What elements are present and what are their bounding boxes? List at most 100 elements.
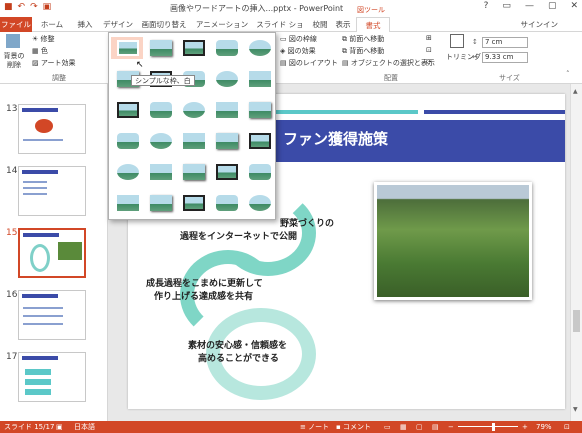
color-button[interactable]: ▦ 色: [32, 46, 48, 56]
cycle-text-3a[interactable]: 素材の安心感・信頼感を: [188, 340, 287, 353]
collapse-ribbon-icon[interactable]: ˄: [566, 70, 570, 78]
bring-forward-button[interactable]: ⧉ 前面へ移動: [342, 34, 384, 44]
ribbon-display-icon[interactable]: ▭: [502, 1, 511, 11]
picture-style-option[interactable]: [210, 99, 242, 121]
zoom-slider[interactable]: [458, 426, 518, 427]
zoom-level[interactable]: 79%: [536, 421, 552, 433]
remove-background-icon[interactable]: [6, 34, 20, 48]
slide-sorter-icon[interactable]: ▦: [400, 421, 407, 433]
effects-icon: ◈: [280, 47, 286, 55]
picture-style-option[interactable]: [144, 37, 176, 59]
picture-style-option[interactable]: [210, 68, 242, 90]
picture-style-option[interactable]: [144, 192, 176, 214]
picture-style-option[interactable]: [243, 68, 275, 90]
picture-style-option[interactable]: [243, 130, 275, 152]
picture-style-option[interactable]: [177, 161, 209, 183]
tab-view[interactable]: 表示: [332, 17, 354, 32]
comments-button[interactable]: ▪ コメント: [336, 421, 371, 433]
group-icon[interactable]: ⊡: [426, 46, 432, 54]
picture-layout-button[interactable]: ▤ 図のレイアウト: [280, 58, 338, 68]
minimize-icon[interactable]: —: [525, 1, 534, 11]
notes-button[interactable]: ≡ ノート: [300, 421, 329, 433]
spellcheck-icon[interactable]: ▣: [56, 421, 63, 433]
cycle-text-1a[interactable]: 野菜づくりの: [280, 218, 334, 231]
thumb-line: [23, 323, 63, 325]
selection-pane-button[interactable]: ▤ オブジェクトの選択と表示: [342, 58, 435, 68]
slide-number: 14: [6, 166, 18, 176]
picture-style-option[interactable]: [144, 99, 176, 121]
picture-style-option[interactable]: [177, 37, 209, 59]
cycle-text-1b[interactable]: 過程をインターネットで公開: [180, 231, 297, 244]
width-field[interactable]: 9.33 cm: [482, 52, 528, 63]
remove-background-button[interactable]: 背景の削除: [3, 52, 25, 70]
picture-style-option[interactable]: [243, 99, 275, 121]
zoom-out-icon[interactable]: −: [448, 421, 454, 433]
artistic-effects-button[interactable]: ▨ アート効果: [32, 58, 75, 68]
picture-style-option[interactable]: [177, 192, 209, 214]
align-icon[interactable]: ⊞: [426, 34, 432, 42]
picture-style-option[interactable]: [243, 192, 275, 214]
undo-icon[interactable]: ↶: [18, 2, 26, 12]
cycle-text-2a[interactable]: 成長過程をこまめに更新して: [146, 278, 263, 291]
picture-style-preview: [117, 102, 139, 118]
normal-view-icon[interactable]: ▭: [384, 421, 391, 433]
zoom-slider-thumb[interactable]: [492, 423, 495, 431]
slide-thumbnail-13[interactable]: [18, 104, 86, 154]
scroll-down-icon[interactable]: ▼: [573, 406, 578, 413]
picture-style-option[interactable]: [177, 99, 209, 121]
picture-style-option[interactable]: [243, 37, 275, 59]
fit-slide-icon[interactable]: ⊡: [564, 421, 570, 433]
height-field[interactable]: 7 cm: [482, 37, 528, 48]
cabbage-field-photo[interactable]: [374, 182, 532, 300]
tab-review[interactable]: 校閲: [308, 17, 332, 32]
scroll-thumb[interactable]: [573, 310, 580, 332]
picture-style-option[interactable]: [210, 130, 242, 152]
zoom-in-icon[interactable]: +: [522, 421, 528, 433]
scroll-up-icon[interactable]: ▲: [573, 88, 578, 95]
cycle-text-3b[interactable]: 高めることができる: [198, 353, 279, 366]
tab-file[interactable]: ファイル: [0, 17, 32, 32]
tab-insert[interactable]: 挿入: [72, 17, 98, 32]
tab-design[interactable]: デザイン: [100, 17, 136, 32]
reading-view-icon[interactable]: ▢: [416, 421, 423, 433]
slideshow-icon[interactable]: ▤: [432, 421, 439, 433]
maximize-icon[interactable]: ▢: [548, 1, 557, 11]
tab-transitions[interactable]: 画面切り替え: [138, 17, 190, 32]
picture-style-option[interactable]: [144, 161, 176, 183]
picture-style-option[interactable]: [111, 192, 143, 214]
tab-animations[interactable]: アニメーション: [192, 17, 252, 32]
tab-format[interactable]: 書式: [356, 17, 390, 33]
picture-style-option[interactable]: [177, 130, 209, 152]
help-icon[interactable]: ?: [484, 1, 489, 11]
rotate-icon[interactable]: ⟳: [426, 58, 432, 66]
redo-icon[interactable]: ↷: [30, 2, 38, 12]
signin-link[interactable]: サインイン: [521, 17, 559, 32]
slide-thumbnail-14[interactable]: [18, 166, 86, 216]
picture-border-button[interactable]: ▭ 図の枠線: [280, 34, 317, 44]
cycle-text-2b[interactable]: 作り上げる達成感を共有: [154, 291, 253, 304]
picture-style-option[interactable]: [243, 161, 275, 183]
slide-thumbnail-17[interactable]: [18, 352, 86, 402]
send-backward-button[interactable]: ⧉ 背面へ移動: [342, 46, 384, 56]
tab-slideshow[interactable]: スライド ショー: [254, 17, 306, 44]
picture-style-option[interactable]: [144, 130, 176, 152]
slide-thumbnail-16[interactable]: [18, 290, 86, 340]
picture-style-option[interactable]: [210, 192, 242, 214]
slide-thumbnail-15[interactable]: [18, 228, 86, 278]
thumb-header: [22, 356, 58, 360]
picture-style-option[interactable]: [111, 161, 143, 183]
picture-style-option[interactable]: [210, 37, 242, 59]
picture-style-option[interactable]: [210, 161, 242, 183]
picture-style-option[interactable]: [111, 37, 143, 59]
close-icon[interactable]: ✕: [570, 1, 578, 11]
picture-style-option[interactable]: [111, 99, 143, 121]
picture-style-option[interactable]: [111, 130, 143, 152]
save-icon[interactable]: ■: [4, 2, 13, 12]
start-from-beginning-icon[interactable]: ▣: [43, 2, 52, 12]
corrections-button[interactable]: ☀ 修整: [32, 34, 55, 44]
slide-title[interactable]: ファン獲得施策: [283, 128, 388, 149]
tab-home[interactable]: ホーム: [35, 17, 69, 32]
picture-effects-button[interactable]: ◈ 図の効果: [280, 46, 316, 56]
language-indicator[interactable]: 日本語: [74, 421, 95, 433]
vertical-scrollbar[interactable]: ▲ ▼: [570, 84, 582, 421]
